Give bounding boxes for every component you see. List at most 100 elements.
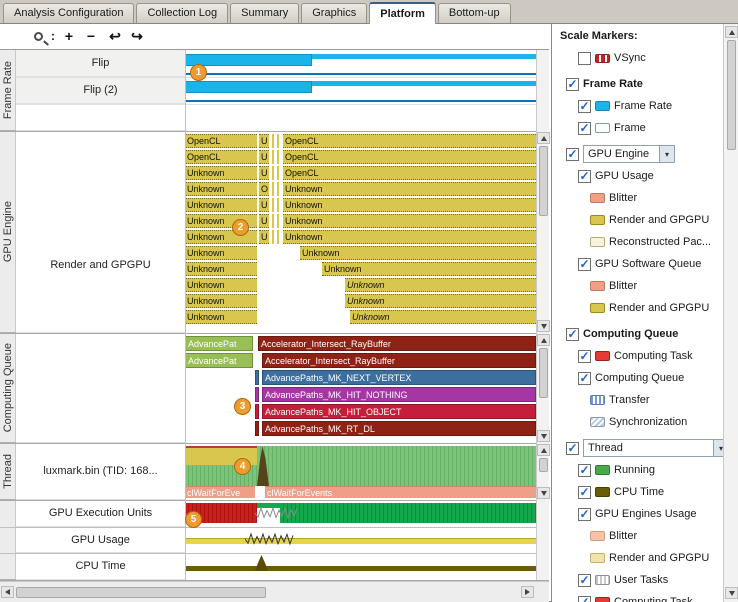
scroll-thumb[interactable] <box>539 458 548 472</box>
frame-rate-bar-thin[interactable] <box>312 81 536 86</box>
gpu-engine-bar-small[interactable]: U <box>259 198 269 212</box>
scroll-thumb[interactable] <box>539 348 548 398</box>
checkbox-running[interactable]: ✓ <box>578 464 591 477</box>
gpu-engine-sliver[interactable] <box>272 134 274 148</box>
chevron-down-icon[interactable]: ▾ <box>659 146 674 162</box>
gpu-engine-sliver[interactable] <box>277 182 279 196</box>
thread-wait-bar[interactable]: clWaitForEve <box>185 486 255 498</box>
zoom-selector-icon[interactable] <box>34 32 43 41</box>
horizontal-scrollbar[interactable] <box>0 581 549 602</box>
row-label-render-and-gpgpu[interactable]: Render and GPGPU <box>16 131 185 333</box>
checkbox-gpu-engine[interactable]: ✓ <box>566 148 579 161</box>
timeline-chart[interactable]: OpenCLUOpenCLOpenCLUOpenCLUnknownUOpenCL… <box>185 0 536 580</box>
gpu-engine-bar[interactable]: Unknown <box>283 214 536 228</box>
undo-zoom-button[interactable]: ↩ <box>106 28 124 46</box>
checkbox-frame-rate[interactable]: ✓ <box>566 78 579 91</box>
computing-queue-bar[interactable] <box>255 387 259 402</box>
computing-queue-bar[interactable]: AdvancePat <box>185 353 253 368</box>
gpu-engine-sliver[interactable] <box>272 214 274 228</box>
gpu-engine-bar-small[interactable]: U <box>259 214 269 228</box>
gpu-engine-bar[interactable]: Unknown <box>185 198 257 212</box>
thread-wait-bar[interactable]: clWaitForEvents <box>265 486 536 498</box>
computing-queue-bar[interactable]: AdvancePaths_MK_HIT_OBJECT <box>262 404 536 419</box>
frame-marker-line[interactable] <box>185 100 536 102</box>
gpu-engine-bar[interactable]: Unknown <box>283 182 536 196</box>
row-label-gpu-usage[interactable]: GPU Usage <box>16 527 185 553</box>
dropdown-thread[interactable]: Thread▾ <box>583 439 723 457</box>
row-label-luxmark-bin-tid-168[interactable]: luxmark.bin (TID: 168... <box>16 443 185 500</box>
gpu-engine-bar-small[interactable]: U <box>259 230 269 244</box>
scroll-up-button[interactable] <box>537 132 550 144</box>
gpu-engine-bar[interactable]: Unknown <box>345 294 536 308</box>
gpu-engine-sliver[interactable] <box>277 150 279 164</box>
gpu-engine-bar[interactable]: Unknown <box>185 262 257 276</box>
hscroll-thumb[interactable] <box>16 587 266 598</box>
gpu-engine-bar[interactable]: OpenCL <box>283 166 536 180</box>
gpu-engine-bar-small[interactable]: U <box>259 150 269 164</box>
checkbox-computing-task[interactable]: ✓ <box>578 596 591 602</box>
frame-marker-line[interactable] <box>185 73 536 75</box>
gpu-eu-busy-bar[interactable] <box>280 503 536 523</box>
gpu-engine-bar[interactable]: Unknown <box>345 278 536 292</box>
computing-queue-bar[interactable]: AdvancePaths_MK_NEXT_VERTEX <box>262 370 536 385</box>
gpu-engine-bar-small[interactable]: U <box>259 134 269 148</box>
checkbox-computing-queue[interactable]: ✓ <box>578 372 591 385</box>
checkbox-user-tasks[interactable]: ✓ <box>578 574 591 587</box>
scroll-down-button[interactable] <box>537 320 550 332</box>
checkbox-thread[interactable]: ✓ <box>566 442 579 455</box>
checkbox-frame[interactable]: ✓ <box>578 122 591 135</box>
gpu-engine-bar[interactable]: Unknown <box>300 246 536 260</box>
row-label-gpu-execution-units[interactable]: GPU Execution Units <box>16 500 185 527</box>
gpu-engine-bar[interactable]: OpenCL <box>283 134 536 148</box>
gpu-engine-sliver[interactable] <box>277 134 279 148</box>
gpu-engine-bar[interactable]: OpenCL <box>283 150 536 164</box>
gpu-usage-band[interactable] <box>185 538 536 544</box>
gpu-engine-bar[interactable]: Unknown <box>185 310 257 324</box>
gpu-engine-sliver[interactable] <box>277 230 279 244</box>
scroll-thumb[interactable] <box>539 146 548 216</box>
gpu-engine-bar[interactable]: Unknown <box>185 182 257 196</box>
sidebar-scroll-down[interactable] <box>725 587 738 599</box>
gpu-engine-bar[interactable]: Unknown <box>185 246 257 260</box>
frame-rate-bar-flip-2[interactable] <box>185 81 312 93</box>
gpu-engine-sliver[interactable] <box>272 198 274 212</box>
checkbox-cpu-time[interactable]: ✓ <box>578 486 591 499</box>
gpu-engine-bar[interactable]: Unknown <box>350 310 536 324</box>
scroll-down-button[interactable] <box>537 487 550 499</box>
row-label-flip-2[interactable]: Flip (2) <box>16 77 185 104</box>
gpu-engine-bar[interactable]: Unknown <box>283 198 536 212</box>
computing-queue-bar[interactable] <box>255 404 259 419</box>
row-label-cpu-time[interactable]: CPU Time <box>16 553 185 580</box>
hscroll-left-button[interactable] <box>1 586 14 598</box>
gpu-engine-bar-small[interactable]: O <box>259 182 269 196</box>
gpu-engine-sliver[interactable] <box>277 166 279 180</box>
computing-queue-bar[interactable]: Accelerator_Intersect_RayBuffer <box>258 336 536 351</box>
gpu-engine-bar[interactable]: Unknown <box>283 230 536 244</box>
computing-queue-bar[interactable]: AdvancePaths_MK_HIT_NOTHING <box>262 387 536 402</box>
scroll-up-button[interactable] <box>537 334 550 346</box>
chevron-down-icon[interactable]: ▾ <box>713 440 723 456</box>
frame-rate-bar-thin[interactable] <box>312 54 536 59</box>
gpu-engine-bar-small[interactable]: U <box>259 166 269 180</box>
sidebar-scroll-thumb[interactable] <box>727 40 736 150</box>
checkbox-gpu-usage[interactable]: ✓ <box>578 170 591 183</box>
tab-graphics[interactable]: Graphics <box>301 3 367 23</box>
gpu-engine-sliver[interactable] <box>272 166 274 180</box>
checkbox-gpu-engines-usage[interactable]: ✓ <box>578 508 591 521</box>
tab-collection-log[interactable]: Collection Log <box>136 3 228 23</box>
gpu-engine-bar[interactable]: Unknown <box>185 294 257 308</box>
gpu-engine-sliver[interactable] <box>272 182 274 196</box>
tab-analysis-configuration[interactable]: Analysis Configuration <box>3 3 134 23</box>
checkbox-computing-task[interactable]: ✓ <box>578 350 591 363</box>
gpu-engine-bar[interactable]: OpenCL <box>185 134 257 148</box>
computing-queue-bar[interactable]: AdvancePaths_MK_RT_DL <box>262 421 536 436</box>
gpu-engine-bar[interactable]: OpenCL <box>185 150 257 164</box>
computing-queue-bar[interactable] <box>255 421 259 436</box>
computing-queue-bar[interactable]: Accelerator_Intersect_RayBuffer <box>262 353 536 368</box>
gpu-engine-bar[interactable]: Unknown <box>185 278 257 292</box>
gpu-engine-sliver[interactable] <box>272 230 274 244</box>
scroll-up-button[interactable] <box>537 444 550 456</box>
tab-platform[interactable]: Platform <box>369 2 436 24</box>
checkbox-gpu-software-queue[interactable]: ✓ <box>578 258 591 271</box>
tab-summary[interactable]: Summary <box>230 3 299 23</box>
